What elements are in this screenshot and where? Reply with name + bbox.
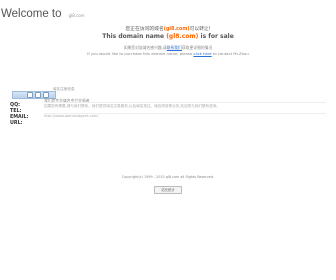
welcome-title: Welcome to xyxy=(1,8,62,20)
contact-cn-suffix: 获取更详细的情况 xyxy=(181,45,213,50)
toolbar-button-2[interactable] xyxy=(35,92,41,98)
contact-cn-prefix: 如果您对该域名感兴趣,请 xyxy=(123,45,167,50)
toolbar-button-1[interactable] xyxy=(27,92,33,98)
panel-url-text: http://www.domainagent.com/ xyxy=(44,114,99,118)
sale-notice-en-domain: (gl8.com) xyxy=(166,33,199,40)
panel-divider-1 xyxy=(44,102,326,103)
sale-notice-cn-prefix: 您正在访问的域名 xyxy=(125,27,164,32)
qq-label: QQ: xyxy=(10,103,21,108)
stats-button[interactable]: 站长统计 xyxy=(154,186,182,194)
panel-description: 如果您有需要,请与我们联系。我们提供域名交易服务,以及域名抢注、域名停放等业务,… xyxy=(44,104,220,108)
panel-title: 域名注册信息 xyxy=(53,87,75,91)
url-row: URL: xyxy=(10,121,23,126)
contact-en: If you would like to purchase this domai… xyxy=(0,51,336,56)
email-row: EMAIL: xyxy=(10,115,29,120)
contact-en-suffix: to contact Mr.Zhou xyxy=(212,51,249,56)
sale-notice-cn-suffix: 可以转让! xyxy=(189,27,211,32)
qq-row: QQ: xyxy=(10,103,20,108)
email-label: EMAIL: xyxy=(10,115,29,120)
sale-notice: 您正在访问的域名(gl8.com)可以转让! This domain name … xyxy=(0,25,336,40)
panel-divider-2 xyxy=(44,113,326,114)
contact-en-prefix: If you would like to purchase this domai… xyxy=(87,51,193,56)
sale-notice-cn-domain: (gl8.com) xyxy=(163,27,190,32)
tel-label: TEL: xyxy=(10,109,22,114)
tel-row: TEL: xyxy=(10,109,22,114)
welcome-domain: gl8.com xyxy=(68,13,85,18)
sale-notice-en: This domain name (gl8.com) is for sale xyxy=(0,33,336,40)
url-label: URL: xyxy=(10,121,23,126)
sale-notice-cn: 您正在访问的域名(gl8.com)可以转让! xyxy=(0,25,336,32)
page-header: Welcome to gl8.com xyxy=(1,2,85,20)
copyright-text: Copyright(c) 1999 - 2015 gl8.com all Rig… xyxy=(121,175,215,179)
contact-us-link[interactable]: 联系我们 xyxy=(167,45,182,50)
sale-notice-en-suffix: is for sale xyxy=(200,33,234,40)
sale-notice-en-prefix: This domain name xyxy=(102,33,165,40)
click-here-link[interactable]: click here xyxy=(193,51,211,56)
